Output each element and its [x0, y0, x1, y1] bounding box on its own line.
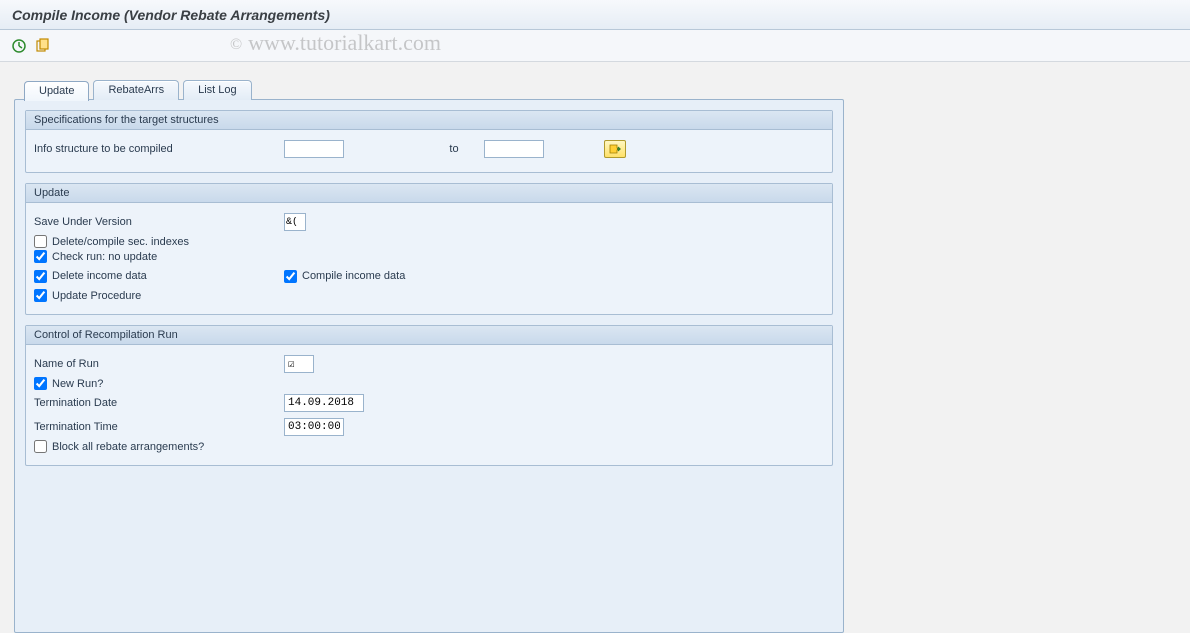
new-run-checkbox[interactable]: New Run? — [34, 377, 824, 390]
name-of-run-input[interactable] — [284, 355, 314, 373]
check-run-check-input[interactable] — [34, 250, 47, 263]
termination-time-label: Termination Time — [34, 421, 284, 433]
update-procedure-label: Update Procedure — [52, 290, 141, 302]
delete-compile-sec-check-input[interactable] — [34, 235, 47, 248]
new-run-check-input[interactable] — [34, 377, 47, 390]
execute-icon[interactable] — [10, 37, 28, 55]
new-run-label: New Run? — [52, 378, 103, 390]
info-structure-label: Info structure to be compiled — [34, 143, 284, 155]
tab-listlog[interactable]: List Log — [183, 80, 252, 100]
termination-date-label: Termination Date — [34, 397, 284, 409]
termination-date-input[interactable] — [284, 394, 364, 412]
delete-income-label: Delete income data — [52, 270, 147, 282]
content-area: ©www.tutorialkart.com Update RebateArrs … — [0, 62, 1190, 633]
block-all-label: Block all rebate arrangements? — [52, 441, 204, 453]
update-procedure-checkbox[interactable]: Update Procedure — [34, 289, 824, 302]
group-update: Update Save Under Version Delete/compile… — [25, 183, 833, 315]
to-label: to — [424, 143, 484, 155]
group-specifications: Specifications for the target structures… — [25, 110, 833, 173]
save-under-version-label: Save Under Version — [34, 216, 284, 228]
check-run-checkbox[interactable]: Check run: no update — [34, 250, 824, 263]
compile-income-check-input[interactable] — [284, 270, 297, 283]
delete-income-checkbox[interactable]: Delete income data — [34, 270, 284, 283]
tab-strip: Update RebateArrs List Log — [24, 80, 1176, 100]
app-toolbar — [0, 30, 1190, 62]
delete-income-check-input[interactable] — [34, 270, 47, 283]
compile-income-checkbox[interactable]: Compile income data — [284, 270, 405, 283]
name-of-run-label: Name of Run — [34, 358, 284, 370]
info-structure-to-input[interactable] — [484, 140, 544, 158]
info-structure-from-input[interactable] — [284, 140, 344, 158]
tab-update[interactable]: Update — [24, 81, 89, 101]
title-bar: Compile Income (Vendor Rebate Arrangemen… — [0, 0, 1190, 30]
multiple-selection-button[interactable] — [604, 140, 626, 158]
compile-income-label: Compile income data — [302, 270, 405, 282]
block-all-check-input[interactable] — [34, 440, 47, 453]
tab-panel: Specifications for the target structures… — [14, 99, 844, 633]
group-specifications-title: Specifications for the target structures — [26, 111, 832, 130]
update-procedure-check-input[interactable] — [34, 289, 47, 302]
page-title: Compile Income (Vendor Rebate Arrangemen… — [12, 7, 330, 23]
block-all-checkbox[interactable]: Block all rebate arrangements? — [34, 440, 824, 453]
variant-icon[interactable] — [34, 37, 52, 55]
group-control-title: Control of Recompilation Run — [26, 326, 832, 345]
check-run-label: Check run: no update — [52, 251, 157, 263]
delete-compile-sec-label: Delete/compile sec. indexes — [52, 236, 189, 248]
group-control: Control of Recompilation Run Name of Run… — [25, 325, 833, 466]
tab-rebatearrs[interactable]: RebateArrs — [93, 80, 179, 100]
termination-time-input[interactable] — [284, 418, 344, 436]
save-under-version-input[interactable] — [284, 213, 306, 231]
group-update-title: Update — [26, 184, 832, 203]
delete-compile-sec-checkbox[interactable]: Delete/compile sec. indexes — [34, 235, 824, 248]
